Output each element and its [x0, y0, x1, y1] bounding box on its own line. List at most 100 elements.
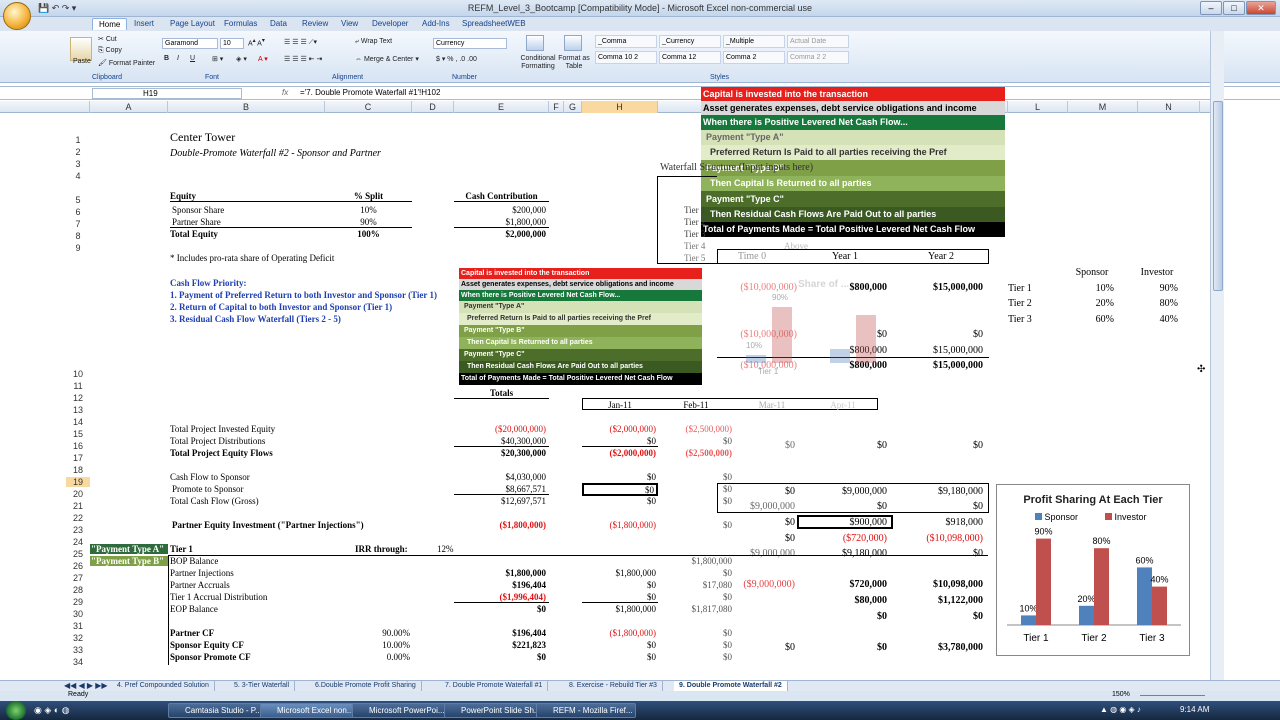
- name-box[interactable]: H19: [92, 88, 242, 99]
- row-header-5[interactable]: 5: [66, 195, 90, 205]
- row-header-17[interactable]: 17: [66, 453, 90, 463]
- paste-button[interactable]: Paste: [73, 58, 91, 65]
- row-header-33[interactable]: 33: [66, 645, 90, 655]
- conditional-formatting-button[interactable]: Conditional Formatting: [516, 55, 560, 71]
- tab-developer[interactable]: Developer: [366, 18, 414, 29]
- tab-add-ins[interactable]: Add-Ins: [416, 18, 456, 29]
- task-firefox[interactable]: REFM - Mozilla Firef...: [536, 703, 636, 718]
- row-header-14[interactable]: 14: [66, 417, 90, 427]
- row-header-7[interactable]: 7: [66, 219, 90, 229]
- col-header-c[interactable]: C: [325, 101, 412, 113]
- row-header-34[interactable]: 34: [66, 657, 90, 667]
- style-multiple[interactable]: _Multiple: [723, 35, 785, 48]
- col-header-n[interactable]: N: [1138, 101, 1200, 113]
- conditional-formatting-icon[interactable]: [526, 35, 544, 51]
- col-header-g[interactable]: G: [564, 101, 582, 113]
- select-all-corner[interactable]: [0, 101, 90, 113]
- row-header-3[interactable]: 3: [66, 159, 90, 169]
- align-left-icon[interactable]: ☰ ☰ ☰ ⇤ ⇥: [284, 55, 322, 63]
- tab-page-layout[interactable]: Page Layout: [164, 18, 221, 29]
- row-header-13[interactable]: 13: [66, 405, 90, 415]
- col-header-e[interactable]: E: [454, 101, 549, 113]
- row-header-25[interactable]: 25: [66, 549, 90, 559]
- sheet-nav-arrows[interactable]: ◀◀ ◀ ▶ ▶▶: [64, 681, 108, 690]
- number-format-box[interactable]: Currency: [433, 38, 507, 49]
- font-color-icon[interactable]: A ▾: [258, 55, 268, 63]
- row-header-11[interactable]: 11: [66, 381, 90, 391]
- bar-investor-tier-3[interactable]: [1152, 586, 1167, 625]
- tab-view[interactable]: View: [335, 18, 364, 29]
- row-header-22[interactable]: 22: [66, 513, 90, 523]
- format-table-icon[interactable]: [564, 35, 582, 51]
- tab-home[interactable]: Home: [92, 18, 128, 30]
- row-header-31[interactable]: 31: [66, 621, 90, 631]
- style-currency[interactable]: _Currency: [659, 35, 721, 48]
- quick-launch-icons[interactable]: ◉ ◈ ◐ ◍: [34, 705, 70, 716]
- row-header-16[interactable]: 16: [66, 441, 90, 451]
- row-header-27[interactable]: 27: [66, 573, 90, 583]
- copy-button[interactable]: ⎘ Copy: [98, 47, 122, 55]
- start-button[interactable]: [6, 701, 26, 720]
- task-slideshow[interactable]: PowerPoint Slide Sh...: [444, 703, 544, 718]
- fill-color-icon[interactable]: ◈ ▾: [236, 55, 247, 63]
- col-header-b[interactable]: B: [168, 101, 325, 113]
- row-header-15[interactable]: 15: [66, 429, 90, 439]
- col-header-a[interactable]: A: [90, 101, 168, 113]
- currency-icon[interactable]: $ ▾ % , .0 .00: [436, 55, 477, 63]
- tray-icons[interactable]: ▲ ◍ ◉ ◈ ♪: [1100, 705, 1141, 714]
- borders-icon[interactable]: ⊞ ▾: [212, 55, 223, 63]
- fx-icon[interactable]: fx: [282, 88, 288, 97]
- bold-button[interactable]: B: [164, 55, 169, 62]
- row-header-20[interactable]: 20: [66, 489, 90, 499]
- formula-input[interactable]: ='7. Double Promote Waterfall #1'!H102: [300, 88, 440, 97]
- col-header-l[interactable]: L: [1008, 101, 1068, 113]
- col-header-d[interactable]: D: [412, 101, 454, 113]
- tab-review[interactable]: Review: [296, 18, 334, 29]
- tab-formulas[interactable]: Formulas: [218, 18, 263, 29]
- style-comma-2[interactable]: Comma 2: [723, 51, 785, 64]
- task-camtasia[interactable]: Camtasia Studio - P...: [168, 703, 268, 718]
- style-comma-10-2[interactable]: Comma 10 2: [595, 51, 657, 64]
- bar-investor-tier-1[interactable]: [1036, 538, 1051, 625]
- font-name-box[interactable]: Garamond: [162, 38, 218, 49]
- row-header-28[interactable]: 28: [66, 585, 90, 595]
- bar-investor-tier-2[interactable]: [1094, 548, 1109, 625]
- col-header-m[interactable]: M: [1068, 101, 1138, 113]
- merge-center-button[interactable]: ⇔ Merge & Center ▾: [355, 55, 419, 63]
- style-comma-12[interactable]: Comma 12: [659, 51, 721, 64]
- office-button[interactable]: [3, 2, 31, 30]
- row-header-23[interactable]: 23: [66, 525, 90, 535]
- format-table-button[interactable]: Format as Table: [556, 55, 592, 71]
- font-size-box[interactable]: 10: [220, 38, 244, 49]
- h-r19-selected-cell[interactable]: $0: [582, 483, 658, 496]
- maximize-button[interactable]: □: [1223, 1, 1245, 15]
- row-header-2[interactable]: 2: [66, 147, 90, 157]
- scroll-thumb[interactable]: [1213, 101, 1223, 291]
- wrap-text-button[interactable]: ⤶ Wrap Text: [355, 38, 392, 46]
- zoom-level[interactable]: 150%: [1112, 691, 1130, 698]
- align-top-icon[interactable]: ☰ ☰ ☰ ⟋▾: [284, 38, 317, 47]
- italic-button[interactable]: I: [177, 55, 179, 62]
- grow-font-icon[interactable]: A▴ A▾: [248, 38, 265, 47]
- row-header-12[interactable]: 12: [66, 393, 90, 403]
- profit-sharing-chart[interactable]: Profit Sharing At Each Tier Sponsor Inve…: [996, 484, 1190, 656]
- clock[interactable]: 9:14 AM: [1180, 705, 1209, 714]
- style-comma-2-2[interactable]: Comma 2 2: [787, 51, 849, 64]
- quick-access-toolbar[interactable]: 💾 ↶ ↷ ▾: [38, 3, 76, 14]
- cut-button[interactable]: ✂ Cut: [98, 35, 117, 43]
- row-header-30[interactable]: 30: [66, 609, 90, 619]
- row-header-24[interactable]: 24: [66, 537, 90, 547]
- format-painter-button[interactable]: 🖌 Format Painter: [98, 59, 155, 67]
- row-header-32[interactable]: 32: [66, 633, 90, 643]
- col-header-f[interactable]: F: [549, 101, 564, 113]
- bar-sponsor-tier-1[interactable]: [1021, 615, 1036, 625]
- row-header-8[interactable]: 8: [66, 231, 90, 241]
- col-header-h[interactable]: H: [582, 101, 658, 113]
- row-header-19[interactable]: 19: [66, 477, 90, 487]
- zoom-slider[interactable]: [1140, 695, 1205, 696]
- task-excel[interactable]: Microsoft Excel non...: [260, 703, 360, 718]
- tab-data[interactable]: Data: [264, 18, 293, 29]
- underline-button[interactable]: U: [190, 55, 195, 62]
- vertical-scrollbar[interactable]: [1210, 31, 1224, 686]
- task-powerpoint[interactable]: Microsoft PowerPoi...: [352, 703, 452, 718]
